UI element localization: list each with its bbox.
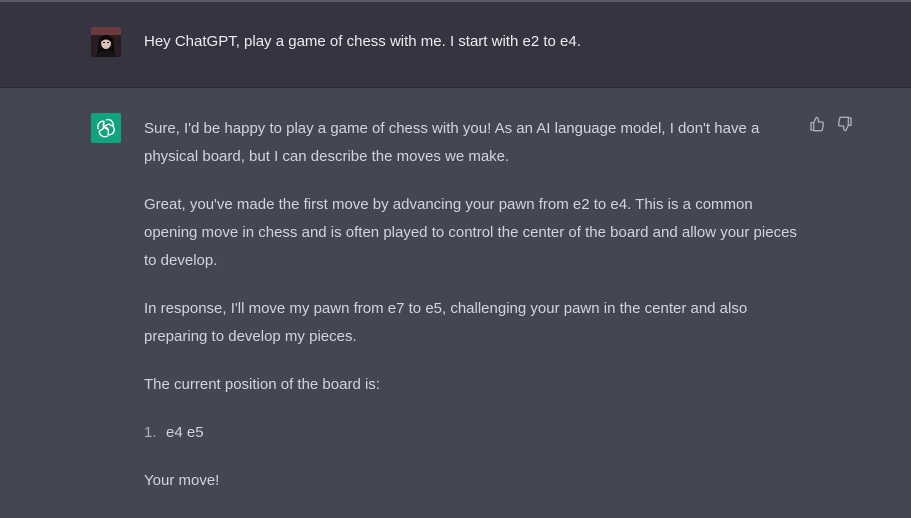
reply-paragraph: The current position of the board is:: [144, 376, 380, 393]
move-list-item: 1. e4 e5: [144, 419, 804, 447]
feedback-buttons: [808, 115, 854, 133]
reply-paragraph: Great, you've made the first move by adv…: [144, 196, 797, 269]
user-avatar: [91, 27, 121, 57]
move-number: 1.: [144, 424, 157, 441]
thumbs-up-button[interactable]: [808, 115, 826, 133]
assistant-reply: Sure, I'd be happy to play a game of che…: [144, 115, 804, 515]
assistant-message-row: Sure, I'd be happy to play a game of che…: [0, 88, 911, 518]
thumbs-down-button[interactable]: [836, 115, 854, 133]
reply-closing: Your move!: [144, 472, 220, 489]
move-text: e4 e5: [166, 424, 204, 441]
move-list: 1. e4 e5: [144, 419, 804, 447]
user-message-text: Hey ChatGPT, play a game of chess with m…: [144, 33, 581, 50]
reply-paragraph: Sure, I'd be happy to play a game of che…: [144, 120, 760, 165]
thumbs-down-icon: [838, 116, 852, 132]
thumbs-up-icon: [810, 116, 824, 132]
openai-logo-icon: [91, 113, 121, 143]
reply-paragraph: In response, I'll move my pawn from e7 t…: [144, 300, 748, 345]
user-message-row: Hey ChatGPT, play a game of chess with m…: [0, 2, 911, 88]
